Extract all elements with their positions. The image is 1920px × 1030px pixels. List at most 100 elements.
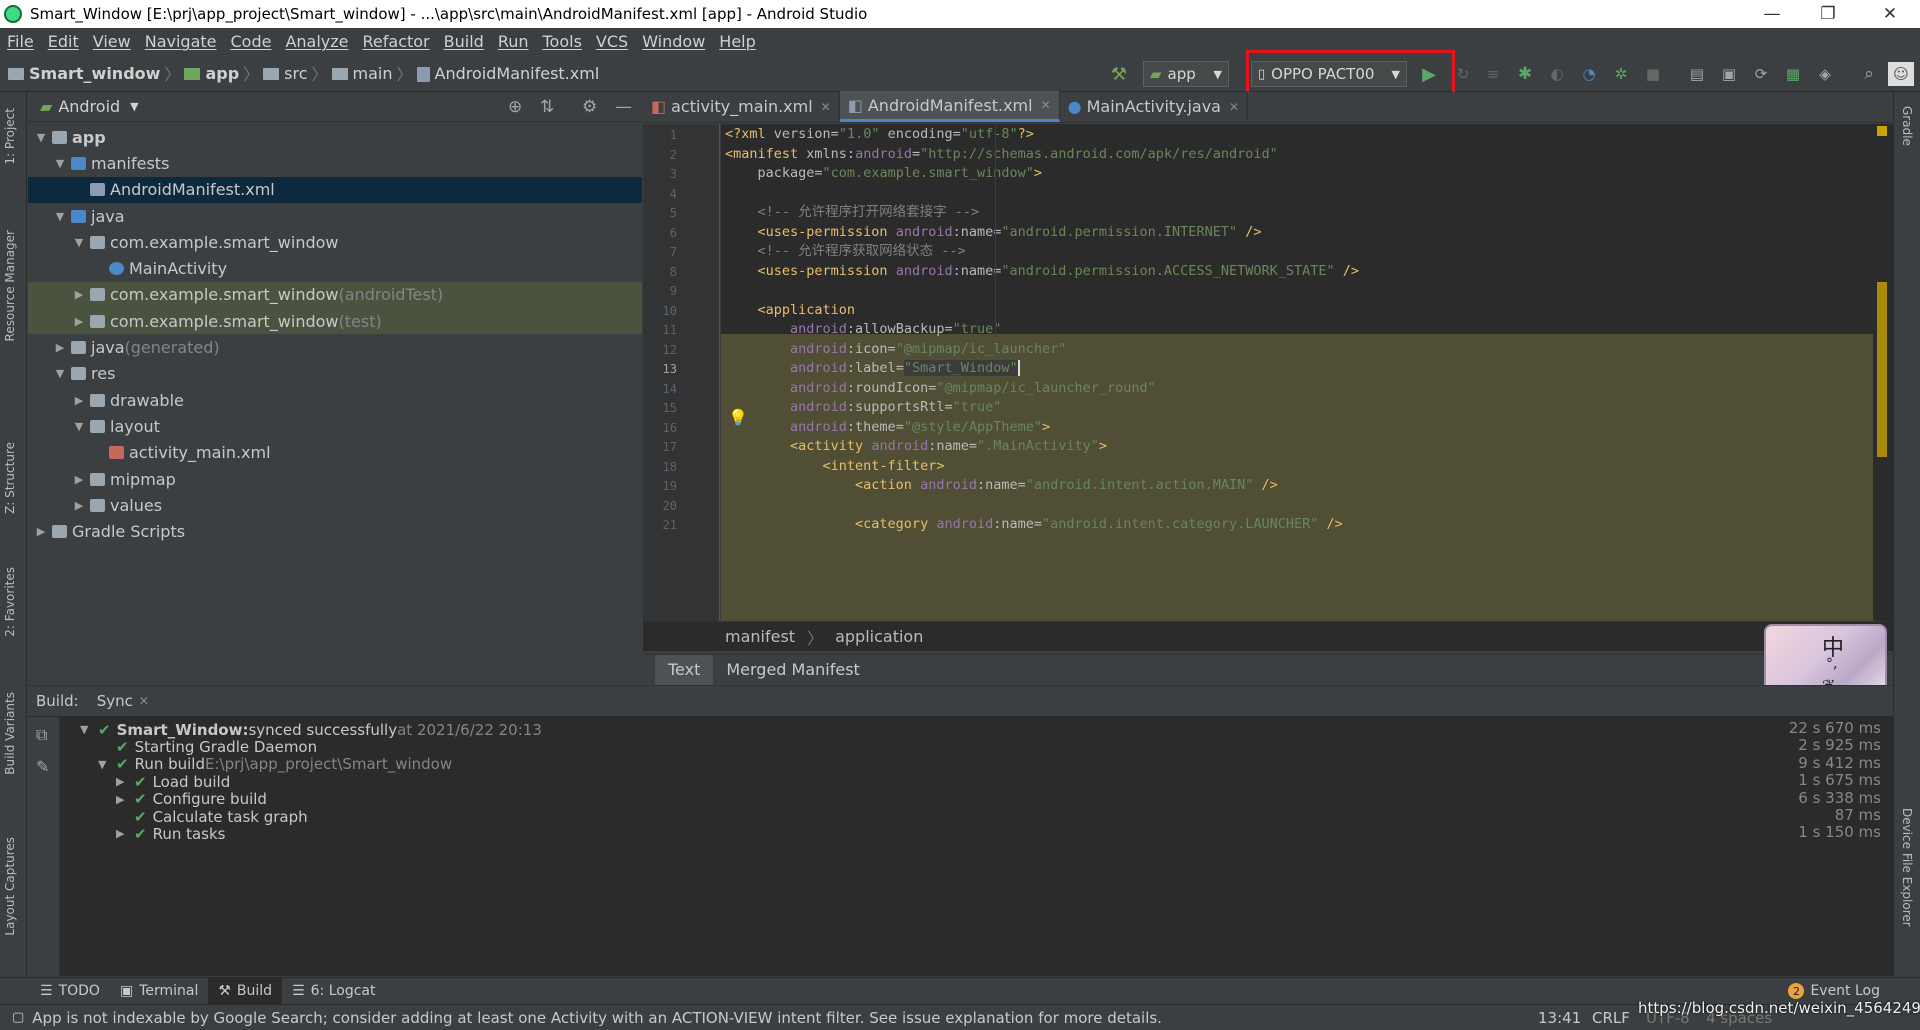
crumb-application[interactable]: application (835, 627, 923, 646)
tool-tab-gradle[interactable]: Gradle (1900, 106, 1914, 146)
expanded-arrow-icon[interactable]: ▼ (32, 131, 50, 144)
breadcrumb-app[interactable]: app (184, 64, 239, 83)
tree-item[interactable]: ▶ values (28, 492, 642, 518)
collapsed-arrow-icon[interactable]: ▶ (116, 775, 134, 788)
restore-icon[interactable]: ⧉ (36, 725, 47, 745)
tree-item[interactable]: activity_main.xml (28, 440, 642, 466)
menu-analyze[interactable]: Analyze (278, 32, 355, 51)
tree-item[interactable]: ▶ Gradle Scripts (28, 518, 642, 544)
search-icon[interactable]: ⌕ (1856, 62, 1882, 86)
tree-item[interactable]: ▶ com.example.smart_window (androidTest) (28, 281, 642, 309)
breadcrumb-main[interactable]: main (331, 64, 393, 83)
build-tree-item[interactable]: ▶ ✔ Run tasks (116, 823, 226, 844)
tree-item[interactable]: AndroidManifest.xml (28, 176, 642, 203)
run-icon[interactable]: ▶ (1416, 62, 1442, 86)
collapsed-arrow-icon[interactable]: ▶ (116, 793, 134, 806)
menu-file[interactable]: File (0, 32, 41, 51)
attach-debugger-icon[interactable]: ✲ (1608, 62, 1634, 86)
minimize-button[interactable]: — (1744, 0, 1800, 28)
gear-icon[interactable]: ⚙ (582, 97, 597, 117)
code-editor[interactable]: <?xml version="1.0" encoding="utf-8"?> <m… (721, 124, 1873, 621)
close-icon[interactable]: ✕ (139, 694, 149, 708)
expanded-arrow-icon[interactable]: ▼ (80, 723, 98, 736)
tree-item[interactable]: ▶ drawable (28, 387, 642, 413)
expanded-arrow-icon[interactable]: ▼ (70, 236, 88, 249)
maximize-button[interactable]: ❐ (1800, 0, 1856, 28)
collapse-all-icon[interactable]: ⇅ (540, 97, 554, 117)
run-config-combo[interactable]: ▰ app ▼ (1143, 61, 1229, 87)
menu-run[interactable]: Run (491, 32, 536, 51)
tab-main-activity-java[interactable]: ● MainActivity.java ✕ (1060, 91, 1249, 122)
collapsed-arrow-icon[interactable]: ▶ (70, 315, 88, 328)
collapsed-arrow-icon[interactable]: ▶ (70, 499, 88, 512)
collapsed-arrow-icon[interactable]: ▶ (32, 525, 50, 538)
collapsed-arrow-icon[interactable]: ▶ (116, 827, 134, 840)
pin-icon[interactable]: ✎ (36, 757, 49, 776)
tree-item[interactable]: ▼ com.example.smart_window (28, 229, 642, 255)
tree-item[interactable]: ▼ res (28, 361, 642, 387)
tab-text[interactable]: Text (655, 654, 714, 685)
menu-code[interactable]: Code (224, 32, 279, 51)
collapsed-arrow-icon[interactable]: ▶ (70, 473, 88, 486)
collapsed-arrow-icon[interactable]: ▶ (51, 341, 69, 354)
collapsed-arrow-icon[interactable]: ▶ (70, 288, 88, 301)
tool-tab-resource-manager[interactable]: Resource Manager (3, 230, 17, 341)
menu-navigate[interactable]: Navigate (138, 32, 224, 51)
tab-activity-main-xml[interactable]: ◧ activity_main.xml ✕ (643, 91, 840, 122)
status-square-icon[interactable]: ▢ (12, 1010, 24, 1025)
close-icon[interactable]: ✕ (821, 100, 831, 114)
scroll-thumb[interactable] (1877, 282, 1887, 457)
caret-position[interactable]: 13:41 (1538, 1009, 1581, 1027)
collapsed-arrow-icon[interactable]: ▶ (70, 394, 88, 407)
expanded-arrow-icon[interactable]: ▼ (51, 367, 69, 380)
editor-scrollbar[interactable] (1873, 124, 1893, 621)
tree-item[interactable]: MainActivity (28, 255, 642, 281)
menu-tools[interactable]: Tools (536, 32, 589, 51)
tree-item[interactable]: ▶ mipmap (28, 466, 642, 492)
tree-item[interactable]: ▼ java (28, 203, 642, 229)
menu-vcs[interactable]: VCS (589, 32, 635, 51)
tool-tab-layout-captures[interactable]: Layout Captures (3, 837, 17, 936)
debug-icon[interactable]: ✱ (1512, 62, 1538, 86)
locate-icon[interactable]: ⊕ (508, 97, 522, 117)
make-project-hammer-icon[interactable]: ⚒ (1106, 62, 1132, 86)
tool-tab-device-file-explorer[interactable]: Device File Explorer (1900, 808, 1914, 927)
breadcrumb-src[interactable]: src (263, 64, 308, 83)
coverage-icon[interactable]: ◐ (1544, 62, 1570, 86)
close-icon[interactable]: ✕ (1041, 98, 1051, 112)
layout-inspector-icon[interactable]: ◈ (1812, 62, 1838, 86)
profile-icon[interactable]: ◔ (1576, 62, 1602, 86)
tree-item[interactable]: ▼ manifests (28, 150, 642, 176)
menu-refactor[interactable]: Refactor (356, 32, 437, 51)
tool-tab-build-variants[interactable]: Build Variants (3, 692, 17, 775)
expanded-arrow-icon[interactable]: ▼ (98, 758, 116, 771)
sdk-manager-icon[interactable]: ▦ (1780, 62, 1806, 86)
tool-tab-favorites[interactable]: 2: Favorites (3, 567, 17, 637)
chevron-down-icon[interactable]: ▼ (130, 100, 138, 113)
breadcrumb-manifest[interactable]: AndroidManifest.xml (416, 64, 599, 83)
breadcrumb-project[interactable]: Smart_window (8, 64, 160, 83)
tool-tab-structure[interactable]: Z: Structure (3, 442, 17, 514)
menu-help[interactable]: Help (712, 32, 762, 51)
status-message[interactable]: App is not indexable by Google Search; c… (32, 1009, 1162, 1027)
tool-tab-build[interactable]: ⚒ Build (208, 977, 283, 1005)
tool-tab-logcat[interactable]: ☰ 6: Logcat (282, 978, 385, 1005)
menu-build[interactable]: Build (437, 32, 491, 51)
close-button[interactable]: ✕ (1862, 0, 1918, 28)
apply-code-icon[interactable]: ≡ (1480, 62, 1506, 86)
project-view-selector[interactable]: Android (58, 97, 120, 116)
tree-item[interactable]: ▼ layout (28, 413, 642, 439)
account-icon[interactable]: ☺ (1888, 62, 1914, 86)
tool-tab-terminal[interactable]: ▣ Terminal (110, 978, 208, 1005)
close-icon[interactable]: ✕ (1229, 100, 1239, 114)
tree-item[interactable]: ▶ com.example.smart_window (test) (28, 308, 642, 335)
stop-icon[interactable]: ■ (1640, 62, 1666, 86)
crumb-manifest[interactable]: manifest (725, 627, 795, 646)
project-structure-icon[interactable]: ▤ (1684, 62, 1710, 86)
lightbulb-icon[interactable]: 💡 (728, 408, 748, 427)
menu-view[interactable]: View (86, 32, 138, 51)
line-separator[interactable]: CRLF (1592, 1009, 1630, 1027)
tree-item[interactable]: ▼ app (28, 124, 642, 150)
expanded-arrow-icon[interactable]: ▼ (51, 157, 69, 170)
tool-tab-project[interactable]: 1: Project (3, 108, 17, 165)
